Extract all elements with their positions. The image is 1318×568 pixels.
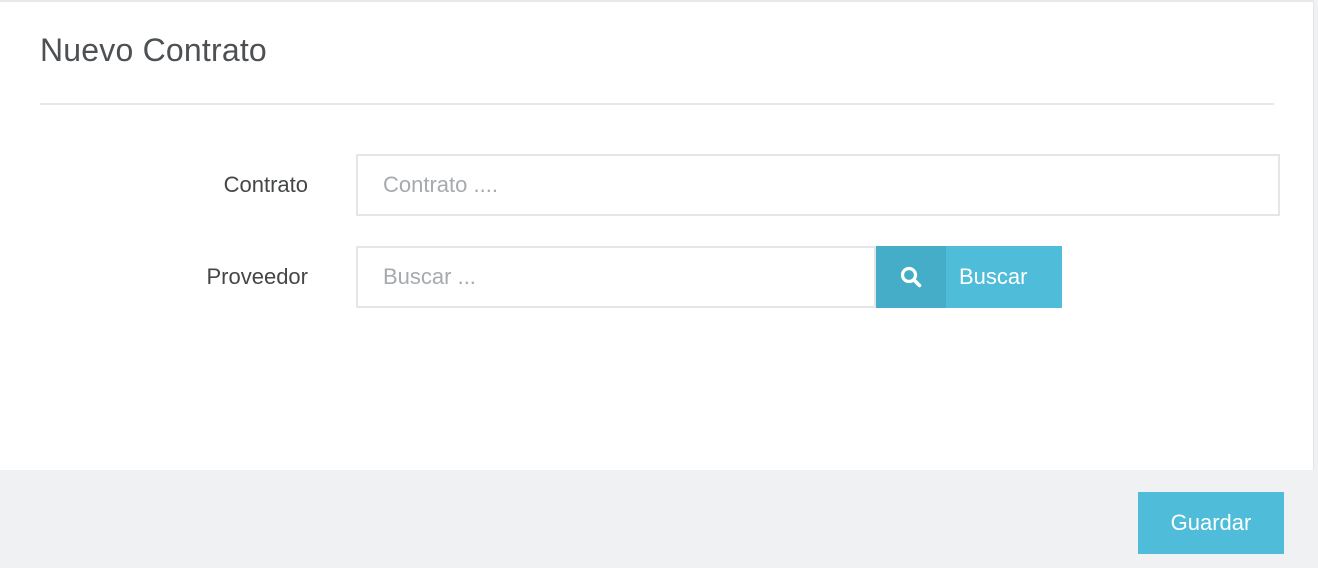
search-button[interactable]: Buscar: [876, 246, 1062, 308]
proveedor-search-input[interactable]: [356, 246, 876, 308]
proveedor-label: Proveedor: [206, 264, 308, 289]
search-button-label: Buscar: [959, 264, 1028, 289]
title-divider: [40, 103, 1274, 105]
contrato-input[interactable]: [356, 154, 1280, 216]
contrato-label: Contrato: [223, 172, 308, 197]
search-icon: [876, 246, 946, 308]
page-title: Nuevo Contrato: [40, 32, 267, 68]
save-button[interactable]: Guardar: [1138, 492, 1284, 554]
form-card: Nuevo Contrato Contrato Proveedor Buscar: [0, 0, 1314, 470]
